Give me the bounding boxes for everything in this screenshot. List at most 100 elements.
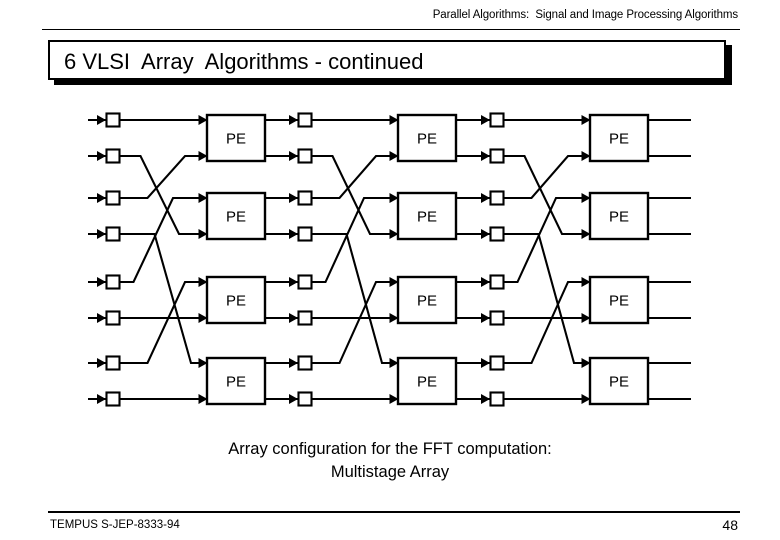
latch-register <box>297 148 313 164</box>
latch-register <box>489 190 505 206</box>
pe-node-label: PE <box>226 374 246 391</box>
arrowhead-icon <box>289 394 298 404</box>
arrowhead-icon <box>198 277 208 287</box>
latch-register <box>489 355 505 371</box>
figure-caption: Array configuration for the FFT computat… <box>0 438 780 484</box>
caption-line-1: Array configuration for the FFT computat… <box>228 440 552 458</box>
pe-node <box>588 356 650 406</box>
pe-node-label: PE <box>417 209 437 226</box>
wire-path <box>311 196 397 284</box>
arrowhead-icon <box>481 358 490 368</box>
wire-path <box>503 154 589 200</box>
pe-node <box>588 275 650 325</box>
diagram-latches <box>105 112 505 407</box>
arrowhead-icon <box>97 229 106 239</box>
latch-register <box>105 148 121 164</box>
arrowhead-icon <box>289 151 298 161</box>
latch-register <box>489 274 505 290</box>
pe-node <box>205 275 267 325</box>
arrowhead-icon <box>389 394 399 404</box>
arrowhead-icon <box>389 115 399 125</box>
arrowhead-icon <box>389 358 399 368</box>
pe-node <box>205 191 267 241</box>
arrowhead-icon <box>198 394 208 404</box>
arrowhead-icon <box>389 229 399 239</box>
arrowhead-icon <box>581 394 591 404</box>
arrowhead-icon <box>97 277 106 287</box>
pe-node <box>205 356 267 406</box>
pe-node-label: PE <box>417 374 437 391</box>
latch-register <box>297 355 313 371</box>
latch-register <box>105 274 121 290</box>
wire-path <box>119 280 206 365</box>
latch-register <box>489 148 505 164</box>
arrowhead-icon <box>198 313 208 323</box>
arrowhead-icon <box>481 151 490 161</box>
latch-register <box>105 310 121 326</box>
slide-header: Parallel Algorithms: Signal and Image Pr… <box>0 8 780 30</box>
header-divider <box>42 29 740 30</box>
wire-path <box>119 196 206 284</box>
pe-node-label: PE <box>609 209 629 226</box>
wire-path <box>119 154 206 236</box>
pe-node <box>588 191 650 241</box>
arrowhead-icon <box>581 151 591 161</box>
diagram-wires <box>88 118 691 401</box>
wire-path <box>119 154 206 200</box>
arrowhead-icon <box>97 115 106 125</box>
pe-node-label: PE <box>417 131 437 148</box>
arrowhead-icon <box>289 193 298 203</box>
arrowhead-icon <box>97 358 106 368</box>
pe-node <box>396 113 458 163</box>
header-title-text: Parallel Algorithms: Signal and Image Pr… <box>432 9 738 21</box>
latch-register <box>297 190 313 206</box>
arrowhead-icon <box>481 193 490 203</box>
arrowhead-icon <box>389 313 399 323</box>
arrowhead-icon <box>198 151 208 161</box>
pe-node-label: PE <box>609 131 629 148</box>
latch-register <box>105 112 121 128</box>
latch-register <box>105 190 121 206</box>
footer-page-number: 48 <box>722 517 738 533</box>
wire-path <box>311 280 397 365</box>
latch-register <box>489 226 505 242</box>
wire-path <box>503 232 589 365</box>
arrowhead-icon <box>481 277 490 287</box>
title-box: 6 VLSI Array Algorithms - continued <box>48 40 726 80</box>
arrowhead-icon <box>198 229 208 239</box>
wire-path <box>503 154 589 236</box>
wire-path <box>311 154 397 236</box>
arrowhead-icon <box>289 313 298 323</box>
arrowhead-icon <box>581 115 591 125</box>
wire-path <box>119 232 206 365</box>
arrowhead-icon <box>389 277 399 287</box>
latch-register <box>489 112 505 128</box>
footer-divider <box>48 511 740 513</box>
pe-node <box>588 113 650 163</box>
latch-register <box>297 274 313 290</box>
pe-node <box>396 356 458 406</box>
arrowhead-icon <box>581 229 591 239</box>
latch-register <box>297 310 313 326</box>
wire-path <box>503 280 589 365</box>
arrowhead-icon <box>389 151 399 161</box>
pe-node-label: PE <box>226 293 246 310</box>
latch-register <box>297 226 313 242</box>
arrowhead-icon <box>289 229 298 239</box>
latch-register <box>489 391 505 407</box>
latch-register <box>489 310 505 326</box>
arrowhead-icon <box>481 229 490 239</box>
arrowhead-icon <box>481 394 490 404</box>
arrowhead-icon <box>581 358 591 368</box>
pe-node-label: PE <box>226 131 246 148</box>
diagram-pe-nodes: PE PE PE PE PE PE PE PE PE PE PE PE <box>205 113 650 406</box>
latch-register <box>297 391 313 407</box>
arrowhead-icon <box>97 151 106 161</box>
pe-node <box>396 191 458 241</box>
arrowhead-icon <box>581 277 591 287</box>
latch-register <box>105 391 121 407</box>
wire-path <box>311 154 397 200</box>
wire-path <box>503 196 589 284</box>
arrowhead-icon <box>97 193 106 203</box>
pe-node-label: PE <box>609 374 629 391</box>
